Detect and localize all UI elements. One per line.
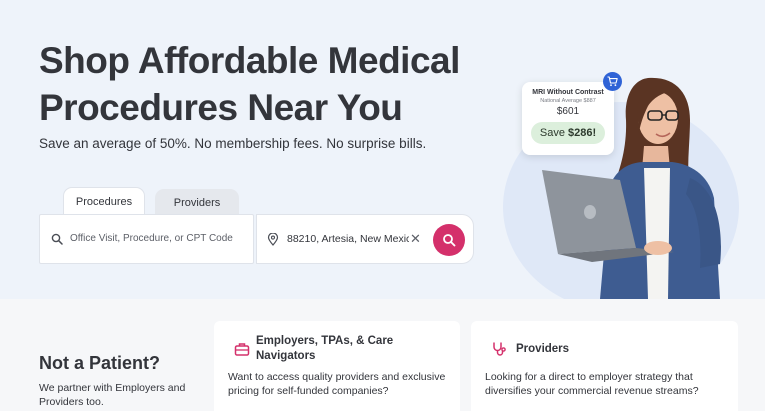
- tab-providers[interactable]: Providers: [155, 189, 239, 217]
- location-value: 88210, Artesia, New Mexico: [287, 233, 409, 245]
- search-icon: [51, 233, 63, 245]
- procedure-name: MRI Without Contrast: [532, 89, 604, 96]
- procedure-search-input[interactable]: Office Visit, Procedure, or CPT Code: [39, 214, 254, 264]
- not-patient-title: Not a Patient?: [39, 353, 161, 373]
- price-comparison-card: MRI Without Contrast National Average $8…: [522, 82, 614, 155]
- procedure-price: $601: [556, 106, 580, 117]
- savings-label: Save: [539, 127, 568, 139]
- hero-section: Shop Affordable Medical Procedures Near …: [0, 0, 765, 299]
- map-pin-icon: [267, 233, 279, 246]
- providers-card[interactable]: Providers Looking for a direct to employ…: [471, 321, 738, 411]
- savings-badge: Save $286!: [531, 122, 605, 144]
- search-placeholder: Office Visit, Procedure, or CPT Code: [70, 233, 233, 244]
- employers-card-title: Employers, TPAs, & Care Navigators: [256, 335, 394, 362]
- close-icon[interactable]: ✕: [410, 231, 421, 247]
- hero-subtitle: Save an average of 50%. No membership fe…: [39, 136, 427, 151]
- cart-icon: [603, 72, 622, 91]
- search-icon: [443, 234, 456, 247]
- savings-amount: $286!: [568, 127, 597, 139]
- location-field[interactable]: 88210, Artesia, New Mexico ✕: [256, 214, 474, 264]
- providers-card-title: Providers: [516, 343, 570, 355]
- not-patient-description: We partner with Employers and Providers …: [39, 382, 186, 408]
- search-button[interactable]: [433, 224, 465, 256]
- stethoscope-icon: [493, 342, 506, 356]
- briefcase-icon: [234, 343, 250, 356]
- providers-card-description: Looking for a direct to employer strateg…: [485, 371, 699, 397]
- national-average: National Average $887: [540, 98, 596, 104]
- page-title: Shop Affordable Medical Procedures Near …: [39, 40, 460, 128]
- employers-card-description: Want to access quality providers and exc…: [228, 371, 446, 397]
- tab-procedures[interactable]: Procedures: [63, 187, 145, 215]
- employers-card[interactable]: Employers, TPAs, & Care Navigators Want …: [214, 321, 460, 411]
